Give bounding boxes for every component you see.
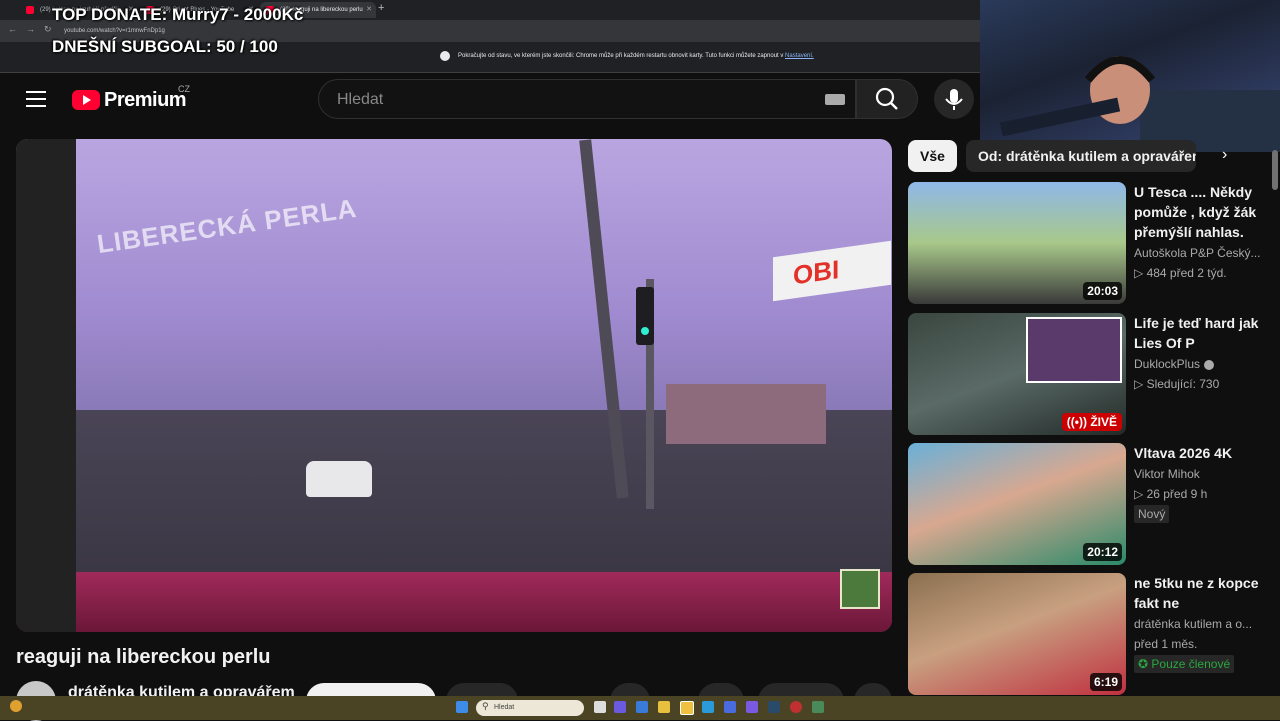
video-watermark-text: LIBERECKÁ PERLA [95, 192, 359, 260]
app-icon[interactable] [724, 701, 736, 713]
channel-name[interactable]: Autoškola P&P Český... [1134, 246, 1264, 260]
youtube-logo-icon [72, 90, 100, 110]
search-box [318, 79, 856, 120]
app-icon[interactable] [614, 701, 626, 713]
scrollbar[interactable] [1272, 150, 1278, 190]
chevron-right-icon[interactable]: › [1222, 146, 1227, 164]
duration-badge: 6:19 [1089, 673, 1122, 691]
taskbar-search-label: Hledat [494, 704, 515, 711]
traffic-light [636, 287, 654, 345]
country-code: CZ [178, 84, 190, 94]
video-title[interactable]: Life je teď hard jak Lies Of P [1134, 313, 1262, 353]
steam-icon[interactable] [768, 701, 780, 713]
url-field[interactable]: youtube.com/watch?v=r1mnwFnDp1g [64, 24, 964, 38]
discord-icon[interactable] [746, 701, 758, 713]
streamer-cam-image [1026, 317, 1122, 383]
youtube-favicon-icon [26, 6, 34, 14]
voice-search-button[interactable] [934, 79, 974, 119]
info-bar-text: Pokračujte od stavu, ve kterém jste skon… [458, 53, 784, 59]
video-thumbnail[interactable]: 6:19 [908, 573, 1126, 695]
menu-icon[interactable] [26, 91, 46, 107]
live-badge: ((•)) ŽIVĚ [1061, 413, 1122, 431]
channel-name[interactable]: drátěnka kutilem a o... [1134, 617, 1264, 631]
forward-icon[interactable]: → [26, 24, 35, 34]
task-view-icon[interactable] [594, 701, 606, 713]
chrome-icon [440, 51, 450, 61]
store-sign: OBI [773, 240, 891, 302]
info-bar-message: Pokračujte od stavu, ve kterém jste skon… [458, 53, 814, 59]
keyboard-icon[interactable] [825, 94, 845, 105]
webcam-person-image [999, 56, 1280, 152]
logo-text: Premium [104, 89, 187, 111]
top-donate-overlay: TOP DONATE: Murry7 - 2000Kč [52, 5, 304, 24]
windows-start-icon[interactable] [456, 701, 468, 713]
video-title[interactable]: Vltava 2026 4K [1134, 443, 1262, 463]
subgoal-overlay: DNEŠNÍ SUBGOAL: 50 / 100 [52, 37, 278, 56]
chip-from-channel[interactable]: Od: drátěnka kutilem a opravářem [966, 140, 1196, 172]
members-label: Pouze členové [1151, 657, 1231, 671]
search-icon [875, 87, 898, 110]
channel-name[interactable]: DuklockPlus [1134, 357, 1200, 371]
reload-icon[interactable]: ↻ [44, 24, 52, 35]
video-title[interactable]: ne 5tku ne z kopce fakt ne [1134, 573, 1262, 613]
members-only-badge: ✪ Pouze členové [1134, 655, 1235, 673]
search-button[interactable] [856, 79, 918, 119]
recommended-video[interactable]: 6:19 ne 5tku ne z kopce fakt ne drátěnka… [908, 573, 1268, 695]
search-input[interactable] [335, 80, 819, 120]
video-title[interactable]: U Tesca .... Někdy pomůže , když žák pře… [1134, 182, 1262, 242]
store-building [666, 384, 826, 444]
weather-icon[interactable] [10, 700, 22, 712]
recommended-video[interactable]: ((•)) ŽIVĚ Life je teď hard jak Lies Of … [908, 313, 1268, 435]
video-stats: ▷ Sledující: 730 [1134, 377, 1220, 391]
video-thumbnail[interactable]: ((•)) ŽIVĚ [908, 313, 1126, 435]
video-player[interactable]: OBI LIBERECKÁ PERLA [16, 139, 892, 632]
app-icon[interactable] [636, 701, 648, 713]
new-tab-icon[interactable]: + [378, 2, 384, 14]
new-badge: Nový [1134, 505, 1170, 523]
webcam-feed [980, 0, 1280, 152]
video-stats: ▷ 26 před 9 h [1134, 487, 1208, 501]
edge-icon[interactable] [702, 701, 714, 713]
video-thumbnail[interactable]: 20:12 [908, 443, 1126, 565]
video-thumbnail[interactable]: 20:03 [908, 182, 1126, 304]
recommended-video[interactable]: 20:03 U Tesca .... Někdy pomůže , když ž… [908, 182, 1268, 304]
video-stats: před 1 měs. [1134, 637, 1198, 651]
tablet-frame [16, 139, 76, 632]
recommended-video[interactable]: 20:12 Vltava 2026 4K Viktor Mihok ▷ 26 p… [908, 443, 1268, 565]
duration-badge: 20:12 [1083, 543, 1122, 561]
youtube-premium-logo[interactable]: Premium CZ [72, 84, 202, 112]
search-icon: ⚲ [482, 701, 489, 711]
channel-watermark-icon[interactable] [840, 569, 880, 609]
close-tab-icon[interactable]: ✕ [366, 2, 372, 18]
members-icon: ✪ [1138, 657, 1152, 671]
file-explorer-icon[interactable] [658, 701, 670, 713]
chip-all[interactable]: Vše [908, 140, 957, 172]
taskbar-search[interactable]: ⚲ Hledat [476, 700, 584, 716]
chrome-icon[interactable] [680, 701, 694, 715]
obs-icon[interactable] [790, 701, 802, 713]
channel-name[interactable]: Viktor Mihok [1134, 467, 1264, 481]
back-icon[interactable]: ← [8, 24, 17, 34]
store-sign-text: OBI [793, 253, 840, 291]
app-icon[interactable] [812, 701, 824, 713]
video-title: reaguji na libereckou perlu [16, 646, 271, 668]
microphone-icon [945, 89, 963, 110]
channel-name-row[interactable]: DuklockPlus [1134, 357, 1264, 371]
duration-badge: 20:03 [1083, 282, 1122, 300]
settings-link[interactable]: Nastavení. [785, 53, 814, 59]
white-car [306, 461, 372, 497]
video-stats: ▷ 484 před 2 týd. [1134, 266, 1227, 280]
verified-icon [1204, 359, 1215, 370]
car-dashboard [16, 572, 892, 632]
